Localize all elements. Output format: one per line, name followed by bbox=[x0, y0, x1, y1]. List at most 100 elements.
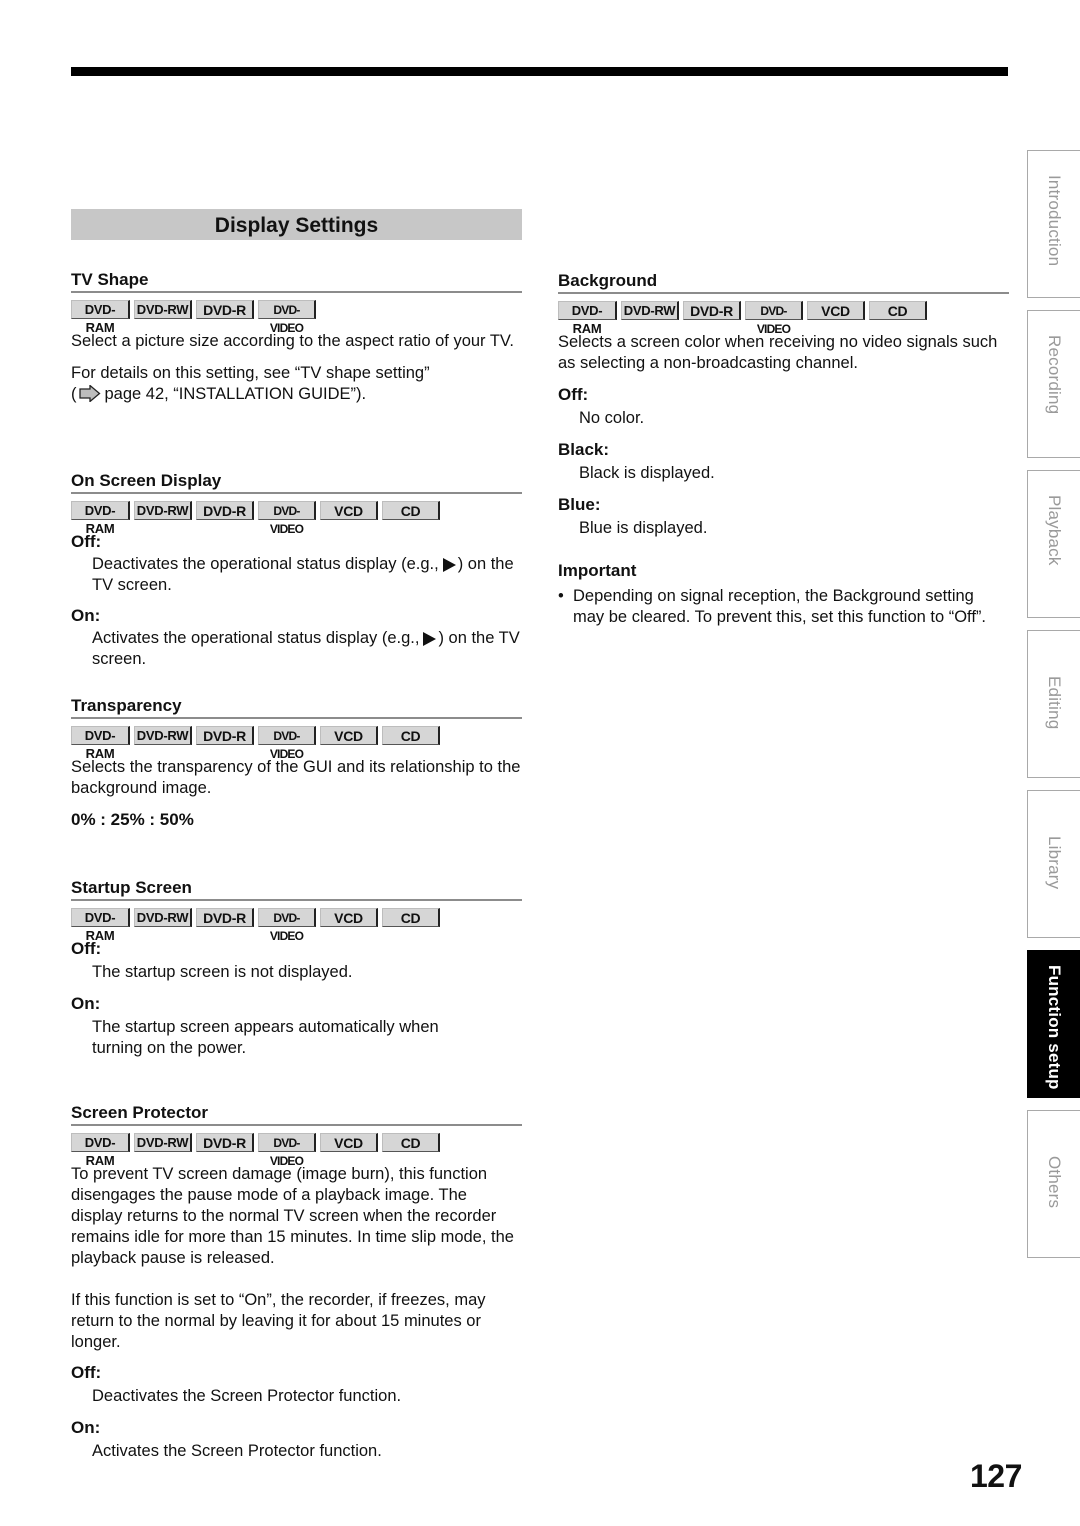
side-tab-label: Others bbox=[1045, 1156, 1064, 1209]
important-text: Depending on signal reception, the Backg… bbox=[573, 587, 987, 626]
dvd-video-badge: DVD-VIDEO bbox=[258, 908, 316, 943]
tv-shape-details-open: ( bbox=[71, 385, 77, 403]
important-title: Important bbox=[558, 561, 637, 580]
osd-off-desc-text: Deactivates the operational status displ… bbox=[92, 555, 439, 573]
tv-shape-section: TV Shape DVD-RAM DVD-RW DVD-R DVD-VIDEO … bbox=[71, 270, 522, 408]
tv-shape-description: Select a picture size according to the a… bbox=[71, 332, 514, 350]
startup-screen-section: Startup Screen DVD-RAM DVD-RW DVD-R DVD-… bbox=[71, 878, 522, 1059]
side-tab-label: Library bbox=[1045, 836, 1064, 890]
side-tab-label: Function setup bbox=[1045, 965, 1064, 1090]
side-tab-editing[interactable]: Editing bbox=[1027, 630, 1080, 778]
tv-shape-details-line1: For details on this setting, see “TV sha… bbox=[71, 364, 430, 382]
startup-on-description: The startup screen appears automatically… bbox=[92, 1018, 439, 1057]
tv-shape-title: TV Shape bbox=[71, 270, 522, 293]
vcd-badge: VCD bbox=[807, 301, 865, 320]
dvd-ram-badge: DVD-RAM bbox=[558, 301, 617, 336]
dvd-r-badge: DVD-R bbox=[196, 1133, 254, 1152]
transparency-section: Transparency DVD-RAM DVD-RW DVD-R DVD-VI… bbox=[71, 696, 522, 830]
disc-badges: DVD-RAM DVD-RW DVD-R DVD-VIDEO VCD CD bbox=[71, 726, 522, 761]
dvd-r-badge: DVD-R bbox=[196, 501, 254, 520]
vcd-badge: VCD bbox=[320, 501, 378, 520]
protector-on-description: Activates the Screen Protector function. bbox=[92, 1442, 382, 1460]
section-title: Display Settings bbox=[71, 209, 522, 240]
disc-badges: DVD-RAM DVD-RW DVD-R DVD-VIDEO VCD CD bbox=[71, 1133, 522, 1168]
startup-on-label: On: bbox=[71, 994, 101, 1013]
disc-badges: DVD-RAM DVD-RW DVD-R DVD-VIDEO VCD CD bbox=[71, 501, 522, 536]
vcd-badge: VCD bbox=[320, 908, 378, 927]
dvd-ram-badge: DVD-RAM bbox=[71, 908, 130, 943]
background-black-description: Black is displayed. bbox=[579, 464, 715, 482]
dvd-r-badge: DVD-R bbox=[196, 300, 254, 319]
protector-off-description: Deactivates the Screen Protector functio… bbox=[92, 1387, 402, 1405]
side-tab-recording[interactable]: Recording bbox=[1027, 310, 1080, 458]
cd-badge: CD bbox=[869, 301, 927, 320]
dvd-rw-badge: DVD-RW bbox=[134, 300, 192, 319]
dvd-rw-badge: DVD-RW bbox=[134, 908, 192, 927]
side-tab-function-setup[interactable]: Function setup bbox=[1027, 950, 1080, 1098]
dvd-r-badge: DVD-R bbox=[196, 908, 254, 927]
dvd-video-badge: DVD-VIDEO bbox=[745, 301, 803, 336]
dvd-ram-badge: DVD-RAM bbox=[71, 726, 130, 761]
play-icon bbox=[423, 632, 437, 646]
background-section: Background DVD-RAM DVD-RW DVD-R DVD-VIDE… bbox=[558, 271, 1009, 628]
side-tab-label: Editing bbox=[1045, 676, 1064, 730]
dvd-rw-badge: DVD-RW bbox=[134, 1133, 192, 1152]
side-tab-label: Introduction bbox=[1045, 175, 1064, 267]
disc-badges: DVD-RAM DVD-RW DVD-R DVD-VIDEO VCD CD bbox=[71, 908, 522, 943]
dvd-r-badge: DVD-R bbox=[196, 726, 254, 745]
top-rule bbox=[71, 67, 1008, 76]
dvd-video-badge: DVD-VIDEO bbox=[258, 300, 316, 335]
page-reference-arrow-icon bbox=[78, 384, 101, 408]
osd-off-description: Deactivates the operational status displ… bbox=[71, 554, 522, 596]
dvd-r-badge: DVD-R bbox=[683, 301, 741, 320]
dvd-rw-badge: DVD-RW bbox=[134, 501, 192, 520]
side-tab-label: Recording bbox=[1045, 335, 1064, 415]
important-item: • Depending on signal reception, the Bac… bbox=[558, 586, 1009, 628]
cd-badge: CD bbox=[382, 908, 440, 927]
background-off-description: No color. bbox=[579, 409, 645, 427]
on-screen-display-section: On Screen Display DVD-RAM DVD-RW DVD-R D… bbox=[71, 471, 522, 670]
side-tab-others[interactable]: Others bbox=[1027, 1110, 1080, 1258]
tv-shape-details: For details on this setting, see “TV sha… bbox=[71, 363, 522, 408]
side-tab-library[interactable]: Library bbox=[1027, 790, 1080, 938]
startup-screen-title: Startup Screen bbox=[71, 878, 522, 901]
page-number: 127 bbox=[970, 1458, 1022, 1494]
vcd-badge: VCD bbox=[320, 1133, 378, 1152]
background-black-label: Black: bbox=[558, 440, 610, 459]
startup-off-description: The startup screen is not displayed. bbox=[92, 963, 353, 981]
background-off-label: Off: bbox=[558, 385, 589, 404]
screen-protector-section: Screen Protector DVD-RAM DVD-RW DVD-R DV… bbox=[71, 1103, 522, 1462]
screen-protector-title: Screen Protector bbox=[71, 1103, 522, 1126]
transparency-title: Transparency bbox=[71, 696, 522, 719]
background-blue-description: Blue is displayed. bbox=[579, 519, 708, 537]
dvd-rw-badge: DVD-RW bbox=[134, 726, 192, 745]
dvd-ram-badge: DVD-RAM bbox=[71, 300, 130, 335]
background-blue-label: Blue: bbox=[558, 495, 601, 514]
background-title: Background bbox=[558, 271, 1009, 294]
osd-on-description: Activates the operational status display… bbox=[71, 628, 522, 670]
disc-badges: DVD-RAM DVD-RW DVD-R DVD-VIDEO VCD CD bbox=[558, 301, 1009, 336]
transparency-description: Selects the transparency of the GUI and … bbox=[71, 758, 521, 797]
on-screen-display-title: On Screen Display bbox=[71, 471, 522, 494]
osd-on-desc-text: Activates the operational status display… bbox=[92, 629, 420, 647]
dvd-rw-badge: DVD-RW bbox=[621, 301, 679, 320]
background-description: Selects a screen color when receiving no… bbox=[558, 333, 998, 372]
bullet: • bbox=[558, 587, 564, 605]
cd-badge: CD bbox=[382, 1133, 440, 1152]
side-tab-playback[interactable]: Playback bbox=[1027, 470, 1080, 618]
cd-badge: CD bbox=[382, 726, 440, 745]
transparency-values: 0% : 25% : 50% bbox=[71, 810, 194, 829]
side-tab-introduction[interactable]: Introduction bbox=[1027, 150, 1080, 298]
tv-shape-details-ref: page 42, “INSTALLATION GUIDE”). bbox=[104, 385, 367, 403]
dvd-video-badge: DVD-VIDEO bbox=[258, 501, 316, 536]
disc-badges: DVD-RAM DVD-RW DVD-R DVD-VIDEO bbox=[71, 300, 522, 335]
dvd-ram-badge: DVD-RAM bbox=[71, 501, 130, 536]
screen-protector-description: To prevent TV screen damage (image burn)… bbox=[71, 1165, 514, 1267]
protector-on-label: On: bbox=[71, 1418, 101, 1437]
cd-badge: CD bbox=[382, 501, 440, 520]
play-icon bbox=[442, 558, 456, 572]
side-tab-label: Playback bbox=[1045, 495, 1064, 566]
protector-off-label: Off: bbox=[71, 1363, 102, 1382]
dvd-ram-badge: DVD-RAM bbox=[71, 1133, 130, 1168]
vcd-badge: VCD bbox=[320, 726, 378, 745]
